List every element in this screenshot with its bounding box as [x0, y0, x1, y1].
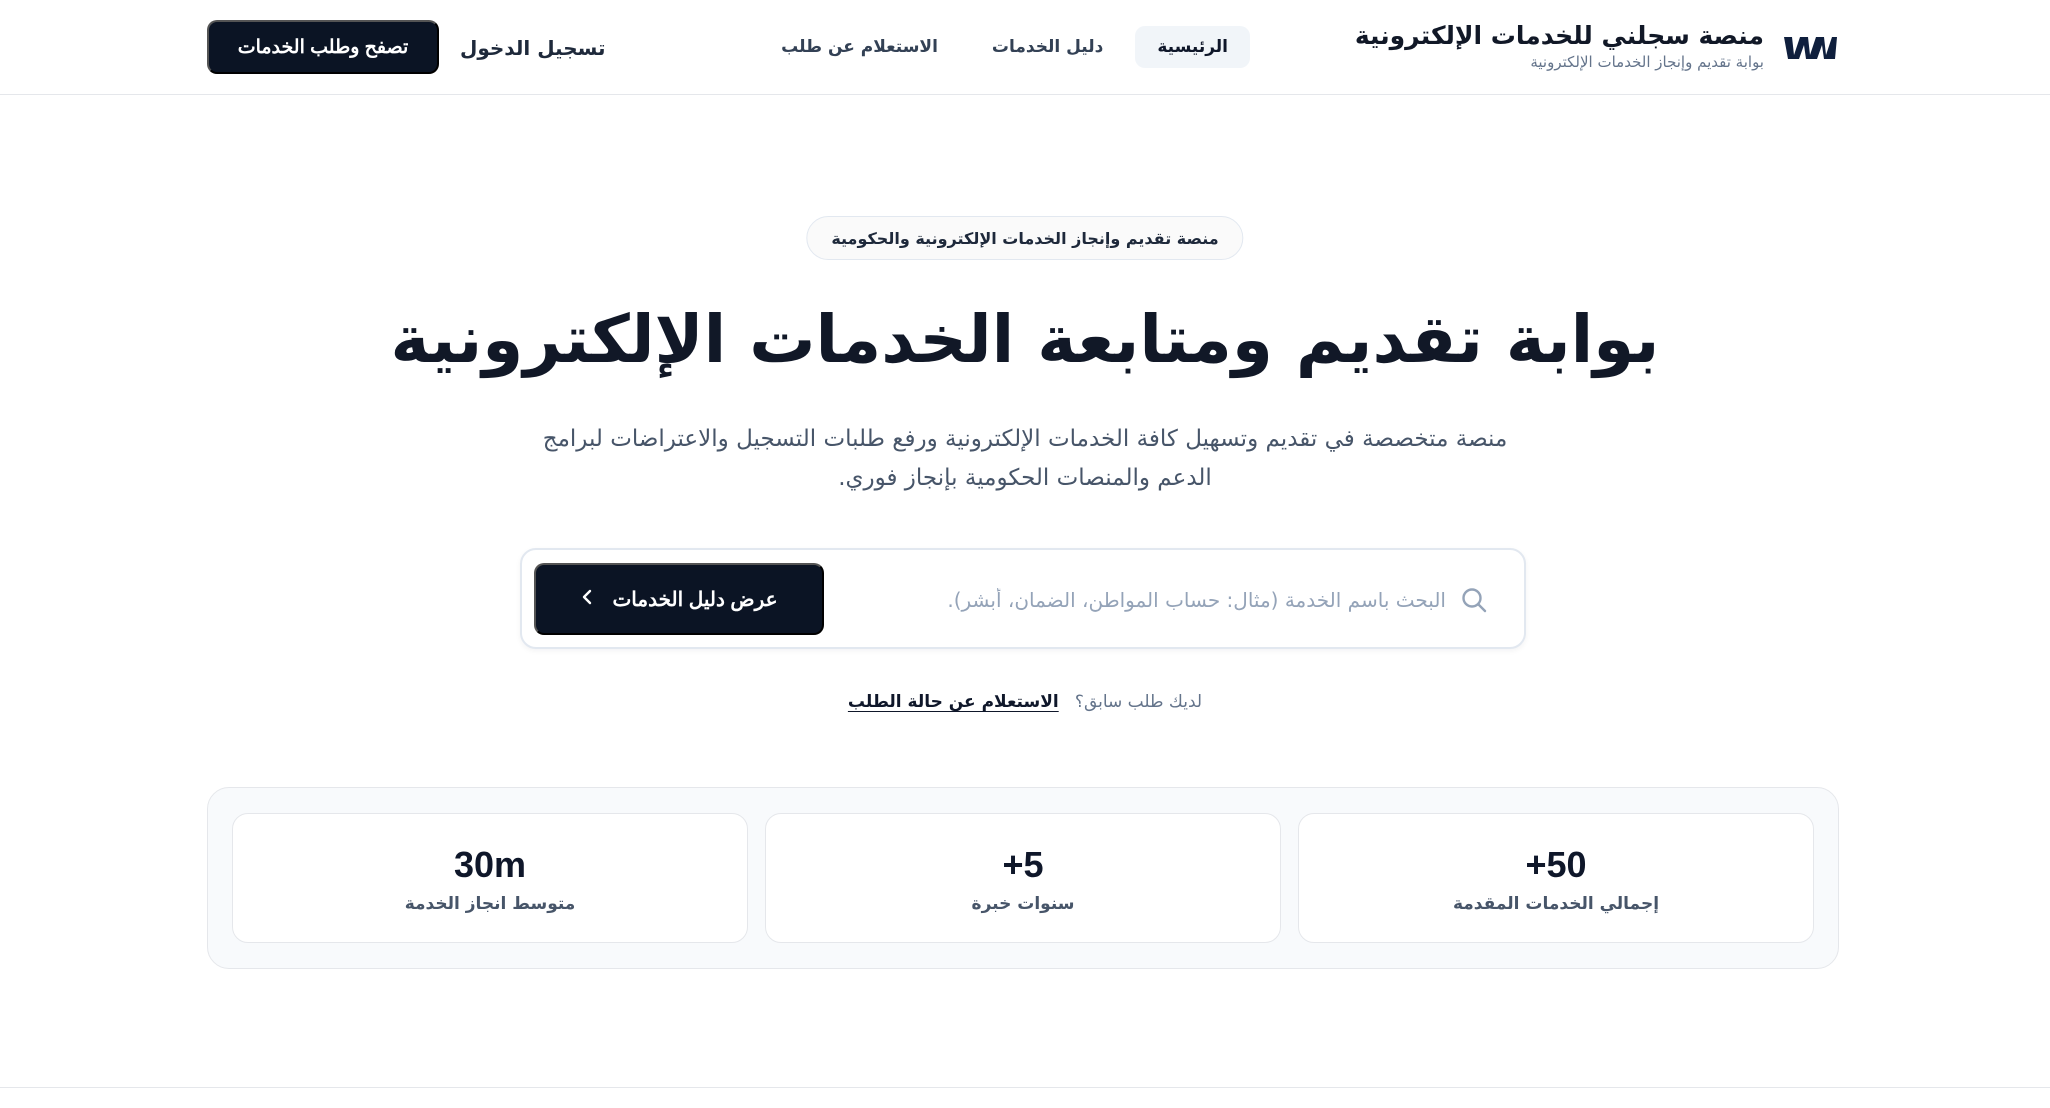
stat-label: متوسط انجاز الخدمة [404, 894, 576, 914]
stat-value: 30m [453, 844, 527, 885]
brand-wave-logo-icon [1782, 29, 1838, 63]
hero-title: بوابة تقديم ومتابعة الخدمات الإلكترونية [390, 301, 1660, 378]
stats-panel: +50 إجمالي الخدمات المقدمة +5 سنوات خبرة… [207, 787, 1839, 969]
page: منصة سجلني للخدمات الإلكترونية بوابة تقد… [0, 0, 2050, 1108]
chevron-left-icon [580, 588, 594, 610]
previous-request-line: لديك طلب سابق؟ الاستعلام عن حالة الطلب [0, 692, 2050, 712]
brand-subtitle: بوابة تقديم وإنجاز الخدمات الإلكترونية [1530, 53, 1764, 71]
search-bar: عرض دليل الخدمات [520, 548, 1526, 649]
brand-title: منصة سجلني للخدمات الإلكترونية [1354, 21, 1764, 50]
main-nav: الرئيسية دليل الخدمات الاستعلام عن طلب [781, 26, 1250, 68]
stat-value: +5 [1002, 844, 1044, 885]
stat-card-years-experience: +5 سنوات خبرة [765, 813, 1281, 943]
hero-description: منصة متخصصة في تقديم وتسهيل كافة الخدمات… [542, 426, 1508, 491]
top-header: منصة سجلني للخدمات الإلكترونية بوابة تقد… [0, 0, 2050, 95]
stat-value: +50 [1525, 844, 1587, 885]
view-services-guide-label: عرض دليل الخدمات [612, 588, 778, 611]
nav-item-home[interactable]: الرئيسية [1135, 26, 1250, 68]
search-input[interactable] [946, 576, 1446, 624]
previous-request-prompt: لديك طلب سابق؟ [1074, 692, 1203, 712]
view-services-guide-button[interactable]: عرض دليل الخدمات [534, 563, 824, 635]
request-status-link[interactable]: الاستعلام عن حالة الطلب [848, 692, 1059, 712]
stat-card-avg-completion: 30m متوسط انجاز الخدمة [232, 813, 748, 943]
nav-item-request-inquiry[interactable]: الاستعلام عن طلب [759, 26, 960, 68]
browse-services-button[interactable]: تصفح وطلب الخدمات [207, 20, 439, 74]
search-icon [1460, 586, 1488, 614]
brand[interactable]: منصة سجلني للخدمات الإلكترونية بوابة تقد… [1355, 16, 1838, 76]
footer-divider [0, 1087, 2050, 1088]
stat-card-total-services: +50 إجمالي الخدمات المقدمة [1298, 813, 1814, 943]
stat-label: إجمالي الخدمات المقدمة [1452, 894, 1660, 914]
brand-text: منصة سجلني للخدمات الإلكترونية بوابة تقد… [1355, 20, 1764, 72]
hero-badge: منصة تقديم وإنجاز الخدمات الإلكترونية وا… [806, 216, 1244, 260]
nav-item-services-guide[interactable]: دليل الخدمات [970, 26, 1125, 68]
login-link[interactable]: تسجيل الدخول [460, 30, 605, 66]
stat-label: سنوات خبرة [971, 894, 1075, 914]
